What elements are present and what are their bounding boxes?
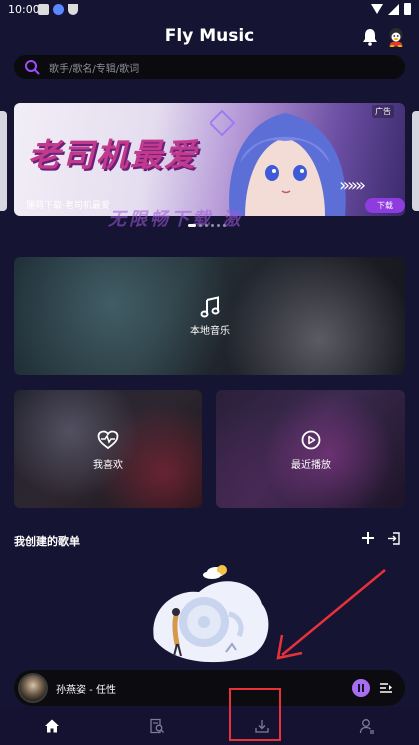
wifi-icon <box>371 4 383 14</box>
bottom-tab-bar <box>0 707 419 745</box>
status-notification-icons <box>38 4 78 15</box>
carousel-dot-active <box>188 224 196 227</box>
app-title: Fly Music <box>164 26 255 46</box>
search-input[interactable]: 歌手/歌名/专辑/歌词 <box>14 55 405 79</box>
shield-icon <box>68 4 78 15</box>
carousel-dot <box>205 224 208 227</box>
pause-bar <box>358 684 360 692</box>
banner-prev-peek[interactable] <box>0 111 7 211</box>
banner-next-peek[interactable] <box>412 111 419 211</box>
mini-player[interactable]: 孙燕姿 - 任性 <box>14 670 405 706</box>
music-note-icon <box>200 296 220 318</box>
user-icon[interactable] <box>359 718 375 734</box>
promo-banner[interactable]: 老司机最爱 广告 »»» 蒲荷下载·老司机最爱 下载 <box>14 103 405 216</box>
document-search-icon[interactable] <box>149 718 165 734</box>
heart-pulse-icon <box>97 430 119 450</box>
banner-overflow-text: 无限畅下载 激 <box>108 209 244 230</box>
pause-button[interactable] <box>352 679 370 697</box>
carousel-dot <box>199 224 202 227</box>
play-circle-icon <box>301 430 321 450</box>
search-placeholder: 歌手/歌名/专辑/歌词 <box>49 64 140 75</box>
add-playlist-icon[interactable] <box>361 531 375 545</box>
album-cover <box>18 673 48 703</box>
pause-bar <box>362 684 364 692</box>
annotation-highlight-box <box>229 688 281 741</box>
notification-dot-icon <box>53 4 64 15</box>
favorites-label: 我喜欢 <box>93 460 123 471</box>
signal-icon <box>388 3 399 15</box>
now-playing-title: 孙燕姿 - 任性 <box>56 685 116 696</box>
status-system-icons <box>371 3 411 15</box>
recent-played-card[interactable]: 最近播放 <box>216 390 405 508</box>
banner-download-button[interactable]: 下载 <box>365 198 405 213</box>
bell-icon[interactable] <box>362 28 378 46</box>
search-icon <box>25 60 40 75</box>
recent-played-label: 最近播放 <box>291 460 331 471</box>
favorites-card[interactable]: 我喜欢 <box>14 390 202 508</box>
carousel-dot <box>211 224 214 227</box>
carousel-dot <box>223 224 226 227</box>
empty-playlist-illustration <box>153 565 269 663</box>
ad-badge: 广告 <box>372 105 394 118</box>
annotation-arrow <box>276 569 386 660</box>
carousel-indicator <box>188 224 226 227</box>
banner-subtitle: 蒲荷下载·老司机最爱 <box>26 201 110 211</box>
status-time: 10:00 <box>8 3 40 16</box>
anime-character-image <box>210 109 346 216</box>
chevrons-icon: »»» <box>339 175 366 196</box>
import-icon[interactable] <box>387 532 400 545</box>
local-music-label: 本地音乐 <box>190 326 230 337</box>
my-playlists-title: 我创建的歌单 <box>14 535 80 548</box>
home-icon[interactable] <box>44 718 60 734</box>
local-music-card[interactable]: 本地音乐 <box>14 257 405 375</box>
carousel-dot <box>217 224 220 227</box>
status-bar: 10:00 <box>0 0 419 20</box>
playlist-queue-icon[interactable] <box>379 681 393 695</box>
battery-icon <box>404 3 411 15</box>
avatar[interactable] <box>387 27 405 47</box>
notification-app-icon <box>38 4 49 15</box>
banner-headline: 老司机最爱 <box>28 136 199 174</box>
